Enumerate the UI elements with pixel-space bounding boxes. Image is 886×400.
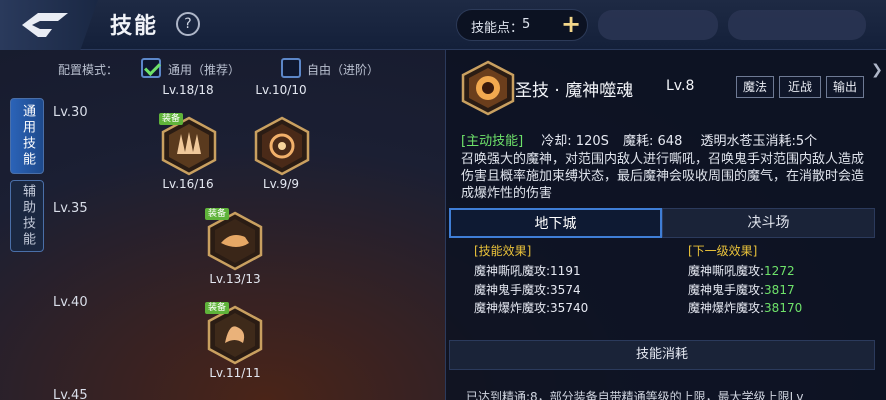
effect-label: 魔神鬼手魔攻:	[474, 283, 551, 297]
back-arrow-icon	[22, 13, 68, 37]
effect-label: 魔神嘶吼魔攻:	[474, 264, 551, 278]
equipped-badge: 装备	[205, 208, 230, 220]
free-mode-label: 自由（进阶）	[307, 63, 380, 77]
effect-value: 3817	[764, 283, 795, 297]
selected-skill-icon	[461, 60, 515, 116]
skill-description: 召唤强大的魔神，对范围内敌人进行嘶吼，召唤鬼手对范围内敌人造成伤害且概率施加束缚…	[461, 152, 865, 201]
current-effect-row: 魔神鬼手魔攻:3574	[474, 281, 581, 298]
effect-label: 魔神嘶吼魔攻:	[688, 264, 765, 278]
active-skill-tag: [主动技能]	[461, 134, 524, 149]
mode-tabs: 地下城 决斗场	[449, 208, 875, 238]
config-mode-label: 配置模式：	[58, 63, 119, 77]
scroll-indicator-icon: ❯	[871, 62, 883, 78]
skill-consume-header: 技能消耗	[449, 340, 875, 370]
skill-name: 圣技 · 魔神噬魂	[515, 81, 634, 101]
skill-points-display: 技能点： 5 +	[456, 9, 588, 41]
effect-label: 魔神鬼手魔攻:	[688, 283, 765, 297]
free-mode-checkbox[interactable]	[281, 58, 301, 78]
current-effect-heading: [技能效果]	[474, 244, 532, 258]
next-effect-row: 魔神嘶吼魔攻:1272	[688, 262, 795, 279]
equipped-badge: 装备	[159, 113, 184, 125]
next-effect-row: 魔神爆炸魔攻:38170	[688, 299, 802, 316]
cooldown-text: 冷却: 120S	[541, 134, 609, 149]
next-effect-heading: [下一级效果]	[688, 244, 758, 258]
skill-icon-demon[interactable]	[254, 116, 310, 176]
level-label: Lv.30	[53, 105, 88, 120]
skill-current-level: Lv.8	[666, 78, 695, 94]
current-effect-row: 魔神爆炸魔攻:35740	[474, 299, 588, 316]
tag-melee: 近战	[779, 76, 821, 98]
skill-icon-spirit[interactable]: 装备	[205, 302, 263, 365]
skill-level: Lv.9/9	[263, 177, 299, 191]
level-label: Lv.40	[53, 295, 88, 310]
consume-note: 已达到精通:8，部分装备自带精通等级的上限，最大学级上限Lv	[466, 390, 804, 400]
effect-value: 3574	[550, 283, 581, 297]
skill-level: Lv.16/16	[162, 177, 214, 191]
level-label: Lv.35	[53, 201, 88, 216]
level-label: Lv.45	[53, 388, 88, 400]
skill-level: Lv.18/18	[162, 83, 214, 97]
currency-display	[598, 10, 718, 40]
effect-value: 35740	[550, 301, 589, 315]
add-skill-points-button[interactable]: +	[559, 12, 583, 37]
effect-value: 38170	[764, 301, 803, 315]
material-cost-text: 透明水苍玉消耗:5个	[700, 134, 818, 149]
effect-label: 魔神爆炸魔攻:	[474, 301, 551, 315]
skill-points-label: 技能点：	[471, 21, 524, 36]
tab-support-skills[interactable]: 辅助技能	[10, 180, 44, 252]
general-mode-checkbox[interactable]	[141, 58, 161, 78]
skill-level: Lv.13/13	[209, 272, 261, 286]
page-title: 技能	[110, 14, 159, 39]
equipped-badge: 装备	[205, 302, 230, 314]
skill-level: Lv.11/11	[209, 366, 261, 380]
general-mode-label: 通用（推荐）	[168, 63, 241, 77]
tab-arena[interactable]: 决斗场	[662, 208, 875, 238]
tag-magic: 魔法	[736, 76, 774, 98]
tab-dungeon[interactable]: 地下城	[449, 208, 662, 238]
mana-cost-text: 魔耗: 648	[623, 134, 683, 149]
top-bar: 技能 ? 技能点： 5 +	[0, 0, 886, 50]
effect-value: 1191	[550, 264, 581, 278]
tag-output: 输出	[826, 76, 864, 98]
skill-icon-fist[interactable]: 装备	[205, 208, 263, 271]
skill-icon-claw[interactable]: 装备	[159, 113, 217, 176]
tab-general-skills[interactable]: 通用技能	[10, 98, 44, 174]
currency-display	[728, 10, 866, 40]
skill-points-value: 5	[522, 17, 531, 32]
next-effect-row: 魔神鬼手魔攻:3817	[688, 281, 795, 298]
skill-stats-row: [主动技能] 冷却: 120S 魔耗: 648 透明水苍玉消耗:5个	[461, 130, 817, 149]
effect-value: 1272	[764, 264, 795, 278]
effect-label: 魔神爆炸魔攻:	[688, 301, 765, 315]
skill-level: Lv.10/10	[255, 83, 307, 97]
back-button[interactable]	[0, 0, 98, 50]
current-effect-row: 魔神嘶吼魔攻:1191	[474, 262, 581, 279]
help-icon[interactable]: ?	[176, 12, 200, 36]
